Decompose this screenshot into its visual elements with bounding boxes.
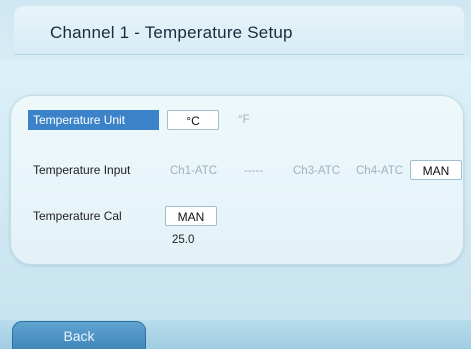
cal-mode-man[interactable]: MAN bbox=[165, 206, 217, 226]
input-option-ch1-atc[interactable]: Ch1-ATC bbox=[170, 161, 217, 181]
cal-value: 25.0 bbox=[172, 234, 195, 246]
input-option-ch2-disabled: ----- bbox=[244, 165, 264, 177]
unit-option-fahrenheit[interactable]: °F bbox=[238, 110, 250, 130]
title-bar: Channel 1 - Temperature Setup bbox=[14, 6, 464, 55]
page-title: Channel 1 - Temperature Setup bbox=[50, 23, 293, 42]
temperature-input-label[interactable]: Temperature Input bbox=[28, 160, 159, 180]
temperature-unit-label[interactable]: Temperature Unit bbox=[28, 110, 159, 130]
input-option-man[interactable]: MAN bbox=[410, 160, 462, 180]
input-option-ch3-atc[interactable]: Ch3-ATC bbox=[293, 161, 340, 181]
temperature-cal-label[interactable]: Temperature Cal bbox=[28, 206, 159, 226]
back-button[interactable]: Back bbox=[12, 321, 146, 349]
screen: Channel 1 - Temperature Setup Temperatur… bbox=[0, 0, 471, 349]
input-option-ch4-atc[interactable]: Ch4-ATC bbox=[356, 161, 403, 181]
unit-option-celsius[interactable]: °C bbox=[167, 110, 219, 130]
